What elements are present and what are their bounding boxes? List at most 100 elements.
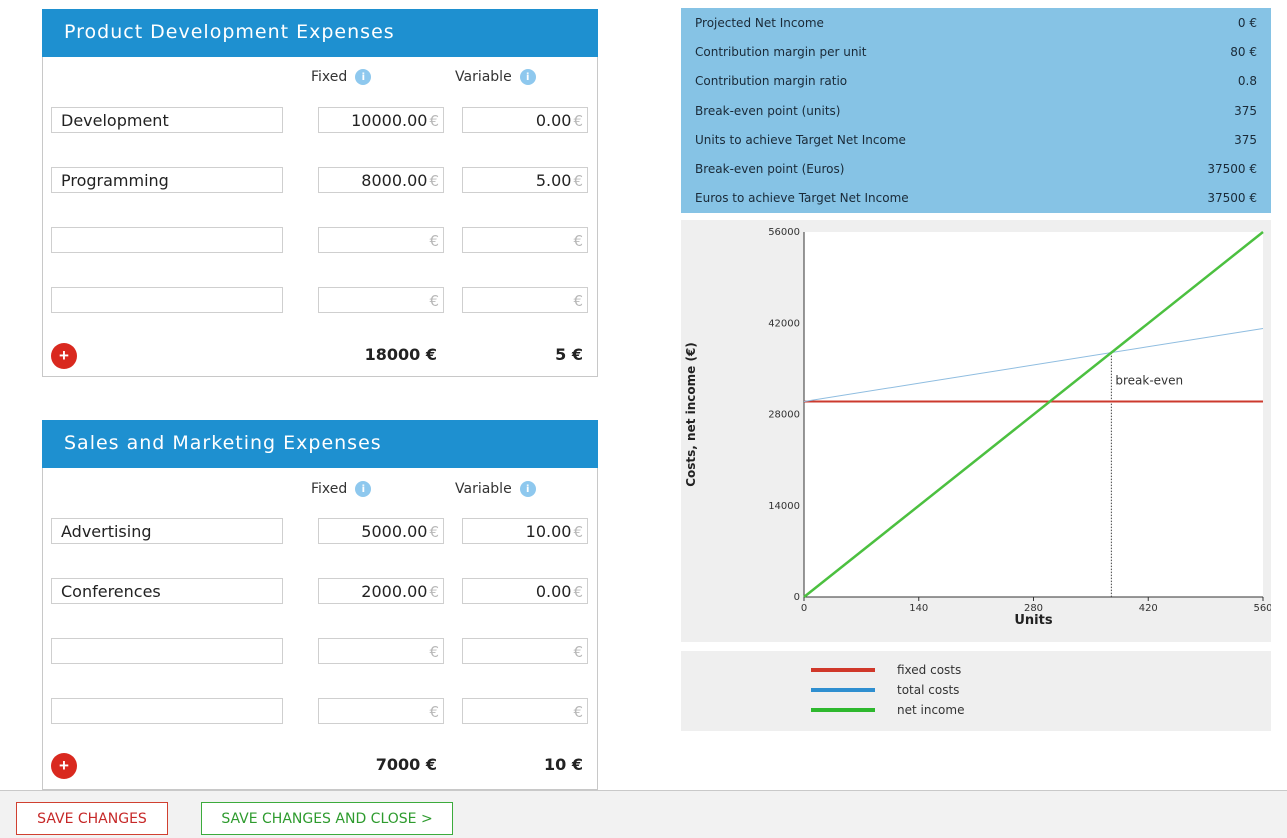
variable-column-header: Variable i [455,481,536,497]
euro-icon: € [573,112,583,130]
add-row-button[interactable]: + [51,343,77,369]
legend-label: total costs [897,683,960,697]
variable-value: 5.00 [535,171,572,190]
y-tick-label: 42000 [768,318,800,329]
y-tick-label: 28000 [768,410,800,421]
y-tick-label: 0 [794,592,800,603]
euro-icon: € [573,703,583,721]
euro-icon: € [429,523,439,541]
break-even-label: break-even [1115,374,1183,388]
summary-label: Contribution margin ratio [695,74,848,89]
expense-name-input[interactable]: Development [51,107,283,133]
break-even-chart: 0 14000 28000 42000 56000 0 140 280 420 560 Units C… [681,220,1273,642]
summary-row: Euros to achieve Target Net Income 37500 … [681,184,1271,213]
save-changes-button[interactable]: SAVE CHANGES [16,802,168,835]
info-icon[interactable]: i [355,69,372,85]
info-icon[interactable]: i [519,481,536,497]
fixed-value: 2000.00 [361,582,428,601]
summary-value: 0.8 [1237,74,1257,89]
expense-name-input[interactable] [51,698,283,724]
expense-name-input[interactable]: Programming [51,167,283,193]
variable-cost-input[interactable]: € [462,227,588,253]
fixed-cost-input[interactable]: € [318,287,444,313]
variable-cost-input[interactable]: € [462,287,588,313]
info-icon[interactable]: i [519,69,536,85]
expense-row: Development 10000.00 € 0.00 € [43,107,597,133]
expense-name-input[interactable] [51,227,283,253]
variable-cost-input[interactable]: 10.00 € [462,518,588,544]
summary-value: 375 [1234,132,1257,147]
summary-row: Break-even point (Euros) 37500 € [681,154,1271,183]
fixed-label: Fixed [311,481,348,497]
sales-marketing-panel: Fixed i Variable i Advertising 5000.00 € … [42,468,598,790]
summary-row: Units to achieve Target Net Income 375 [681,125,1271,154]
variable-cost-input[interactable]: € [462,638,588,664]
variable-value: 10.00 [525,522,572,541]
euro-icon: € [573,292,583,310]
legend-swatch [811,668,875,672]
fixed-cost-input[interactable]: € [318,698,444,724]
summary-label: Break-even point (Euros) [695,162,845,177]
variable-label: Variable [455,69,512,85]
expense-name-input[interactable]: Advertising [51,518,283,544]
expense-row: € € [43,698,597,724]
y-tick-label: 56000 [768,227,800,238]
fixed-label: Fixed [311,69,348,85]
info-icon[interactable]: i [355,481,372,497]
x-axis-label: Units [1014,613,1052,628]
x-tick-label: 560 [1253,603,1271,614]
summary-value: 0 € [1237,15,1257,30]
break-even-calculator: Product Development Expenses Fixed i Var… [0,0,1287,838]
summary-value: 37500 € [1207,162,1257,177]
euro-icon: € [429,583,439,601]
legend-item: fixed costs [811,663,961,677]
expense-row: Conferences 2000.00 € 0.00 € [43,578,597,604]
fixed-cost-input[interactable]: 8000.00 € [318,167,444,193]
euro-icon: € [573,172,583,190]
legend-label: fixed costs [897,663,962,677]
legend-label: net income [897,703,965,717]
x-tick-label: 420 [1139,603,1158,614]
expense-name-input[interactable]: Conferences [51,578,283,604]
euro-icon: € [573,523,583,541]
fixed-value: 10000.00 [351,111,428,130]
summary-label: Euros to achieve Target Net Income [695,191,909,206]
chart-canvas: 0140002800042000560000 140 280 420 560UnitsC… [684,227,1273,628]
legend-item: total costs [811,683,959,697]
euro-icon: € [429,172,439,190]
variable-cost-input[interactable]: € [462,698,588,724]
variable-cost-input[interactable]: 0.00 € [462,107,588,133]
fixed-cost-input[interactable]: € [318,227,444,253]
legend-swatch [811,688,875,692]
summary-row: Projected Net Income 0 € [681,8,1271,37]
expense-name-input[interactable] [51,287,283,313]
x-tick-label: 140 [909,603,928,614]
fixed-cost-input[interactable]: 5000.00 € [318,518,444,544]
fixed-cost-input[interactable]: 10000.00 € [318,107,444,133]
fixed-cost-input[interactable]: 2000.00 € [318,578,444,604]
variable-cost-input[interactable]: 0.00 € [462,578,588,604]
expense-name-input[interactable] [51,638,283,664]
summary-label: Break-even point (units) [695,103,841,118]
summary-row: Contribution margin ratio 0.8 [681,67,1271,96]
variable-cost-input[interactable]: 5.00 € [462,167,588,193]
summary-value: 80 € [1230,44,1257,59]
summary-value: 375 [1234,103,1257,118]
fixed-value: 5000.00 [361,522,428,541]
footer-bar: SAVE CHANGES SAVE CHANGES AND CLOSE > [0,790,1287,838]
expense-row: € € [43,638,597,664]
euro-icon: € [429,643,439,661]
chart-legend: fixed costs total costs net income [681,651,1271,731]
panel-title: Sales and Marketing Expenses [64,432,382,454]
add-row-button[interactable]: + [51,753,77,779]
fixed-cost-input[interactable]: € [318,638,444,664]
summary-value: 37500 € [1207,191,1257,206]
variable-label: Variable [455,481,512,497]
euro-icon: € [429,112,439,130]
euro-icon: € [573,643,583,661]
save-and-close-button[interactable]: SAVE CHANGES AND CLOSE > [201,802,453,835]
euro-icon: € [429,292,439,310]
total-fixed: 7000 € [375,755,437,774]
y-tick-label: 14000 [768,501,800,512]
euro-icon: € [429,703,439,721]
